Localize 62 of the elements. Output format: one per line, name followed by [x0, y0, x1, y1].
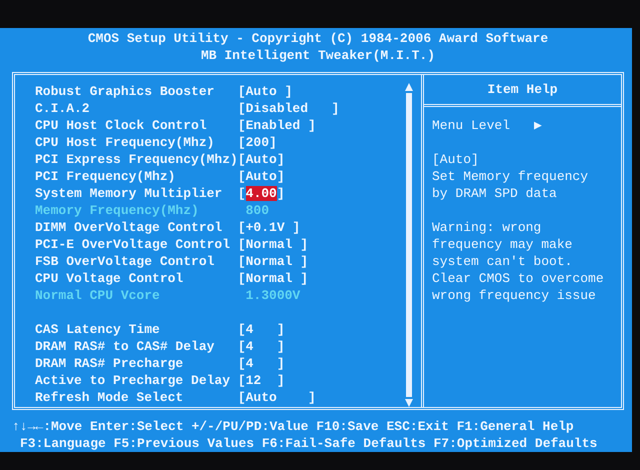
- setting-label[interactable]: CPU Host Clock Control: [35, 117, 238, 134]
- setting-value: 800: [244, 202, 270, 219]
- key-hint: F7:Optimized Defaults: [433, 435, 598, 452]
- setting-value[interactable]: [Normal ]: [238, 253, 403, 270]
- key-hint: ESC:Exit: [386, 418, 449, 435]
- setting-value: 1.3000V: [244, 287, 302, 304]
- setting-label[interactable]: Refresh Mode Select: [35, 389, 238, 406]
- help-text: [Auto]: [432, 151, 480, 168]
- setting-label[interactable]: System Memory Multiplier: [35, 185, 238, 202]
- key-hint: F10:Save: [316, 418, 379, 435]
- setting-label[interactable]: Robust Graphics Booster: [35, 83, 238, 100]
- setting-label[interactable]: C.I.A.2: [35, 100, 238, 117]
- key-hint: F5:Previous Values: [114, 435, 254, 452]
- help-text: Clear CMOS to overcome: [432, 270, 605, 287]
- setting-value[interactable]: [200]: [238, 134, 403, 151]
- screen-subtitle: MB Intelligent Tweaker(M.I.T.): [200, 47, 436, 64]
- setting-label[interactable]: PCI Express Frequency(Mhz): [35, 151, 238, 168]
- key-hint: +/-/PU/PD:Value: [191, 418, 308, 435]
- key-hint: ↑↓→←:Move: [12, 418, 82, 435]
- screen-title: CMOS Setup Utility - Copyright (C) 1984-2006 Award Software: [86, 30, 550, 47]
- help-text: system can't boot.: [432, 253, 574, 270]
- help-text: wrong frequency issue: [432, 287, 597, 304]
- setting-value[interactable]: [Auto ]: [238, 83, 403, 100]
- menu-level-label: Menu Level: [432, 117, 510, 134]
- setting-value[interactable]: [Auto]: [238, 168, 403, 185]
- setting-value[interactable]: [4 ]: [238, 355, 403, 372]
- scrollbar[interactable]: [403, 83, 415, 407]
- setting-label[interactable]: DRAM RAS# Precharge: [35, 355, 238, 372]
- setting-value[interactable]: [Auto]: [238, 151, 403, 168]
- menu-level-marker: ▶: [534, 117, 542, 134]
- setting-label[interactable]: FSB OverVoltage Control: [35, 253, 238, 270]
- setting-label[interactable]: PCI-E OverVoltage Control: [35, 236, 238, 253]
- key-hint: F3:Language: [20, 435, 106, 452]
- scroll-up-arrow-icon[interactable]: [405, 83, 413, 91]
- setting-value[interactable]: [4 ]: [238, 321, 403, 338]
- item-help-title: Item Help: [424, 75, 621, 107]
- setting-value[interactable]: [4.00]: [238, 185, 403, 202]
- setting-value[interactable]: [12 ]: [238, 372, 403, 389]
- setting-value[interactable]: [Enabled ]: [238, 117, 403, 134]
- setting-label[interactable]: Active to Precharge Delay: [35, 372, 238, 389]
- setting-label[interactable]: DIMM OverVoltage Control: [35, 219, 238, 236]
- setting-value[interactable]: [Auto ]: [238, 389, 403, 406]
- setting-value[interactable]: [Normal ]: [238, 236, 403, 253]
- key-hint: F6:Fail-Safe Defaults: [262, 435, 426, 452]
- setting-value[interactable]: [4 ]: [238, 338, 403, 355]
- key-hint: F1:General Help: [456, 418, 574, 435]
- setting-label[interactable]: PCI Frequency(Mhz): [35, 168, 238, 185]
- setting-value[interactable]: [+0.1V ]: [238, 219, 403, 236]
- help-text: frequency may make: [432, 236, 574, 253]
- key-hint: Enter:Select: [90, 418, 184, 435]
- setting-label[interactable]: CPU Host Frequency(Mhz): [35, 134, 238, 151]
- help-text: by DRAM SPD data: [432, 185, 558, 202]
- setting-value[interactable]: [Normal ]: [238, 270, 403, 287]
- setting-label[interactable]: DRAM RAS# to CAS# Delay: [35, 338, 238, 355]
- help-text: Warning: wrong: [432, 219, 542, 236]
- setting-label: Normal CPU Vcore: [35, 287, 161, 304]
- scroll-down-arrow-icon[interactable]: [405, 399, 413, 407]
- help-text: Set Memory frequency: [432, 168, 590, 185]
- setting-label[interactable]: CAS Latency Time: [35, 321, 238, 338]
- setting-label: Memory Frequency(Mhz): [35, 202, 200, 219]
- setting-value[interactable]: [Disabled ]: [238, 100, 403, 117]
- setting-label[interactable]: CPU Voltage Control: [35, 270, 238, 287]
